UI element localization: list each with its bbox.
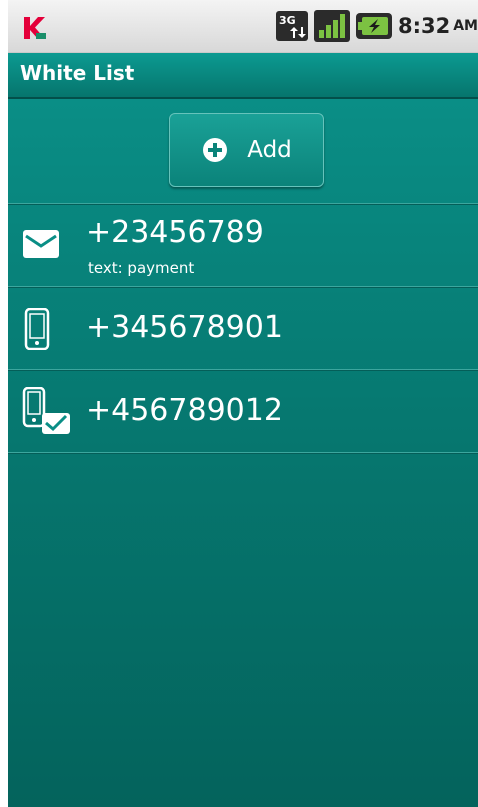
add-button[interactable]: Add: [169, 113, 324, 187]
3g-icon: 3G: [275, 11, 308, 41]
message-filter-text: text: payment: [88, 259, 195, 277]
phone-number: +456789012: [86, 393, 283, 428]
clock-ampm: AM: [453, 18, 478, 34]
phone-number: +345678901: [86, 310, 283, 345]
status-bar: 3G 8:32 AM: [8, 0, 478, 53]
phone-number: +23456789: [86, 215, 264, 250]
signal-bars-icon: [313, 10, 350, 42]
plus-circle-icon: [203, 138, 228, 162]
app-screen: 3G 8:32 AM White List Add +23456789 text…: [8, 0, 478, 807]
white-list-content: Add +23456789 text: payment +345678901 +…: [8, 99, 478, 807]
list-item[interactable]: +23456789 text: payment: [8, 205, 478, 287]
list-item[interactable]: +345678901: [8, 288, 478, 370]
kaspersky-logo-icon: [24, 17, 46, 39]
svg-text:3G: 3G: [279, 14, 296, 27]
title-bar: White List: [8, 53, 478, 99]
list-divider: [8, 452, 478, 454]
add-button-label: Add: [247, 137, 292, 163]
page-title: White List: [20, 61, 135, 85]
status-icons: 3G 8:32 AM: [275, 8, 478, 44]
envelope-icon: [23, 230, 59, 258]
clock-time: 8:32: [397, 14, 451, 38]
battery-charging-icon: [355, 13, 392, 39]
list-item[interactable]: +456789012: [8, 371, 478, 453]
phone-with-sms-icon: [22, 387, 70, 434]
phone-icon: [24, 308, 50, 350]
